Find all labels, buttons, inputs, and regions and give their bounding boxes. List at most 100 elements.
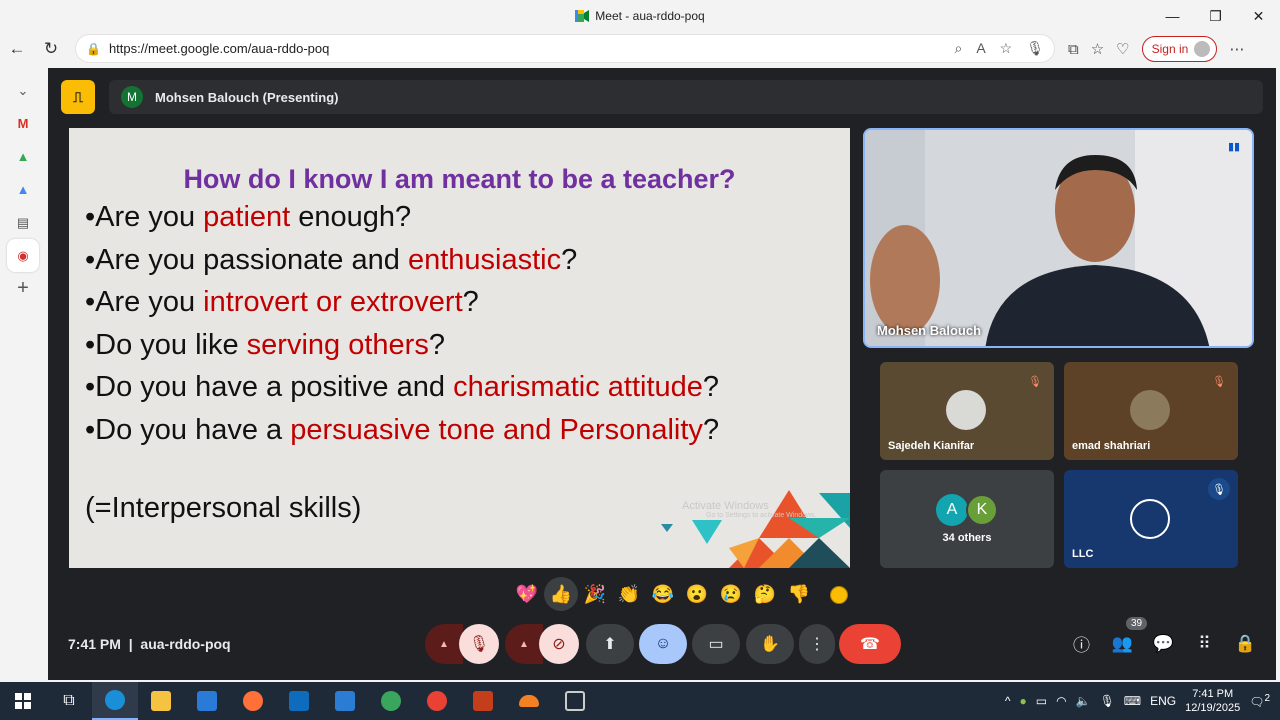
taskbar-clock[interactable]: 7:41 PM 12/19/2025 xyxy=(1185,687,1240,715)
participant-avatar xyxy=(946,390,986,430)
keyboard-icon[interactable]: ⌨ xyxy=(1124,694,1141,708)
more-options-icon[interactable]: ⋯ xyxy=(1229,40,1244,58)
participant-avatar xyxy=(1130,390,1170,430)
powerpoint-icon[interactable] xyxy=(460,682,506,720)
firefox-icon[interactable] xyxy=(230,682,276,720)
drive-icon-2[interactable]: ▲ xyxy=(7,173,39,206)
chrome-icon[interactable] xyxy=(414,682,460,720)
presenting-bar: M Mohsen Balouch (Presenting) xyxy=(109,80,1263,114)
gmail-icon[interactable]: M xyxy=(7,107,39,140)
reader-icon[interactable] xyxy=(322,682,368,720)
speaker-video-tile[interactable]: Mohsen Balouch ▮▮ xyxy=(863,128,1254,348)
reaction-sad-icon[interactable]: 😢 xyxy=(714,577,748,611)
chat-icon[interactable]: 💬 xyxy=(1150,634,1177,654)
slide-heading: How do I know I am meant to be a teacher… xyxy=(183,164,736,194)
avatar-a: A xyxy=(936,494,968,526)
reaction-thinking-icon[interactable]: 🤔 xyxy=(748,577,782,611)
task-view-icon[interactable]: ⧉ xyxy=(46,682,92,720)
file-explorer-icon[interactable] xyxy=(138,682,184,720)
raise-hand-button[interactable]: ✋ xyxy=(746,624,794,664)
read-aloud-icon[interactable]: A xyxy=(976,40,985,57)
browser-navbar: ← ↻ 🔒 https://meet.google.com/aua-rddo-p… xyxy=(0,32,1280,66)
slide-bullet: •Do you like serving others? xyxy=(85,328,445,361)
back-icon[interactable]: ← xyxy=(0,34,34,64)
windows-taskbar: ⧉ ^ ● ▭ ◠ 🔈 🎙 ⌨ ENG 7:41 PM 12/19/2025 🗨… xyxy=(0,682,1280,720)
reaction-surprised-icon[interactable]: 😮 xyxy=(680,577,714,611)
refresh-icon[interactable]: ↻ xyxy=(34,34,68,64)
mic-icon[interactable]: 🎙 xyxy=(1026,40,1044,57)
favorites-icon[interactable]: ☆ xyxy=(1091,40,1104,58)
people-icon[interactable]: 👥 xyxy=(1109,634,1136,654)
meet-window: ⎍ M Mohsen Balouch (Presenting) How do I… xyxy=(48,68,1276,680)
notifications-icon[interactable]: 🗨2 xyxy=(1249,693,1270,709)
reaction-thumbs-up-icon[interactable]: 👍 xyxy=(544,577,578,611)
edge-dev-icon[interactable] xyxy=(368,682,414,720)
participant-tile[interactable]: 🎙 Sajedeh Kianifar xyxy=(880,362,1054,460)
start-icon[interactable] xyxy=(0,682,46,720)
meeting-clock: 7:41 PM | aua-rddo-poq xyxy=(68,636,231,652)
present-screen-button[interactable]: ⬆ xyxy=(586,624,634,664)
network-icon[interactable]: ◠ xyxy=(1056,694,1066,708)
extensions-icon[interactable]: ⧉ xyxy=(1068,41,1079,58)
close-window-button[interactable]: ✕ xyxy=(1237,0,1280,32)
reaction-laugh-icon[interactable]: 😂 xyxy=(646,577,680,611)
volume-icon[interactable]: 🔈 xyxy=(1076,694,1091,708)
skin-tone-button[interactable] xyxy=(830,586,848,604)
battery-icon[interactable]: ▭ xyxy=(1036,694,1047,708)
leave-call-button[interactable]: ☎ xyxy=(839,624,901,664)
reaction-heart-icon[interactable]: 💖 xyxy=(510,577,544,611)
more-options-button[interactable]: ⋮ xyxy=(799,624,835,664)
minimize-button[interactable]: — xyxy=(1151,0,1194,32)
mic-off-icon: 🎙 xyxy=(1028,375,1042,388)
maximize-button[interactable]: ❐ xyxy=(1194,0,1237,32)
edge-sidebar: ⌄ M ▲ ▲ ▤ ◉ + xyxy=(0,66,46,682)
video-options-button[interactable]: ▲ xyxy=(505,624,543,664)
add-icon[interactable]: + xyxy=(7,272,39,305)
audio-options-button[interactable]: ▲ xyxy=(425,624,463,664)
others-tile[interactable]: A K 34 others xyxy=(880,470,1054,568)
mic-tray-icon[interactable]: 🎙 xyxy=(1100,694,1115,708)
reaction-thumbs-down-icon[interactable]: 👎 xyxy=(782,577,816,611)
favorite-star-icon[interactable]: ☆ xyxy=(1000,40,1013,57)
mic-toggle-button[interactable]: 🎙 xyxy=(459,624,499,664)
screen-recorder-icon[interactable] xyxy=(552,682,598,720)
participant-name: emad shahriari xyxy=(1072,440,1151,452)
cloud-icon[interactable] xyxy=(506,682,552,720)
browser-essentials-icon[interactable]: ♡ xyxy=(1116,40,1129,58)
slide-bullet: •Do you have a persuasive tone and Perso… xyxy=(85,413,720,446)
captions-button[interactable]: ▭ xyxy=(692,624,740,664)
site-info-icon[interactable]: 🔒 xyxy=(86,42,101,56)
participant-tile[interactable]: 🎙 LLC xyxy=(1064,470,1238,568)
record-icon[interactable]: ◉ xyxy=(7,239,39,272)
edge-icon[interactable] xyxy=(92,682,138,720)
slide-bullets: •Are you patient enough? •Are you passio… xyxy=(85,196,719,451)
meeting-info-icon[interactable]: ⓘ xyxy=(1068,631,1095,656)
url-text[interactable]: https://meet.google.com/aua-rddo-poq xyxy=(109,41,329,56)
show-hidden-icon[interactable]: ^ xyxy=(1005,694,1011,708)
signin-button[interactable]: Sign in xyxy=(1141,36,1218,62)
reaction-clap-icon[interactable]: 👏 xyxy=(612,577,646,611)
participant-tile[interactable]: 🎙 emad shahriari xyxy=(1064,362,1238,460)
participant-name: Sajedeh Kianifar xyxy=(888,440,975,452)
drive-icon[interactable]: ▲ xyxy=(7,140,39,173)
side-panel-icon[interactable]: ⎍ xyxy=(61,80,95,114)
language-indicator[interactable]: ENG xyxy=(1150,694,1176,708)
store-icon[interactable] xyxy=(184,682,230,720)
zoom-icon[interactable]: ⌕ xyxy=(954,40,962,57)
activities-icon[interactable]: ⠿ xyxy=(1191,634,1218,654)
document-icon[interactable]: ▤ xyxy=(7,206,39,239)
address-bar[interactable]: 🔒 https://meet.google.com/aua-rddo-poq ⌕… xyxy=(75,34,1055,63)
chevron-down-icon[interactable]: ⌄ xyxy=(7,74,39,107)
outlook-icon[interactable] xyxy=(276,682,322,720)
speaking-indicator-icon: ▮▮ xyxy=(1228,141,1241,153)
activate-windows-watermark: Activate Windows Go to Settings to activ… xyxy=(682,500,817,519)
camera-toggle-button[interactable]: ⊘ xyxy=(539,624,579,664)
host-controls-icon[interactable]: 🔒 xyxy=(1232,634,1259,654)
reaction-party-icon[interactable]: 🎉 xyxy=(578,577,612,611)
mic-off-icon: 🎙 xyxy=(1212,375,1226,388)
presenter-avatar: M xyxy=(121,86,143,108)
reactions-button[interactable]: ☺ xyxy=(639,624,687,664)
app-tray-icon[interactable]: ● xyxy=(1020,694,1027,708)
slide-footer: (=Interpersonal skills) xyxy=(85,492,362,524)
window-title-text: Meet - aua-rddo-poq xyxy=(595,9,705,23)
